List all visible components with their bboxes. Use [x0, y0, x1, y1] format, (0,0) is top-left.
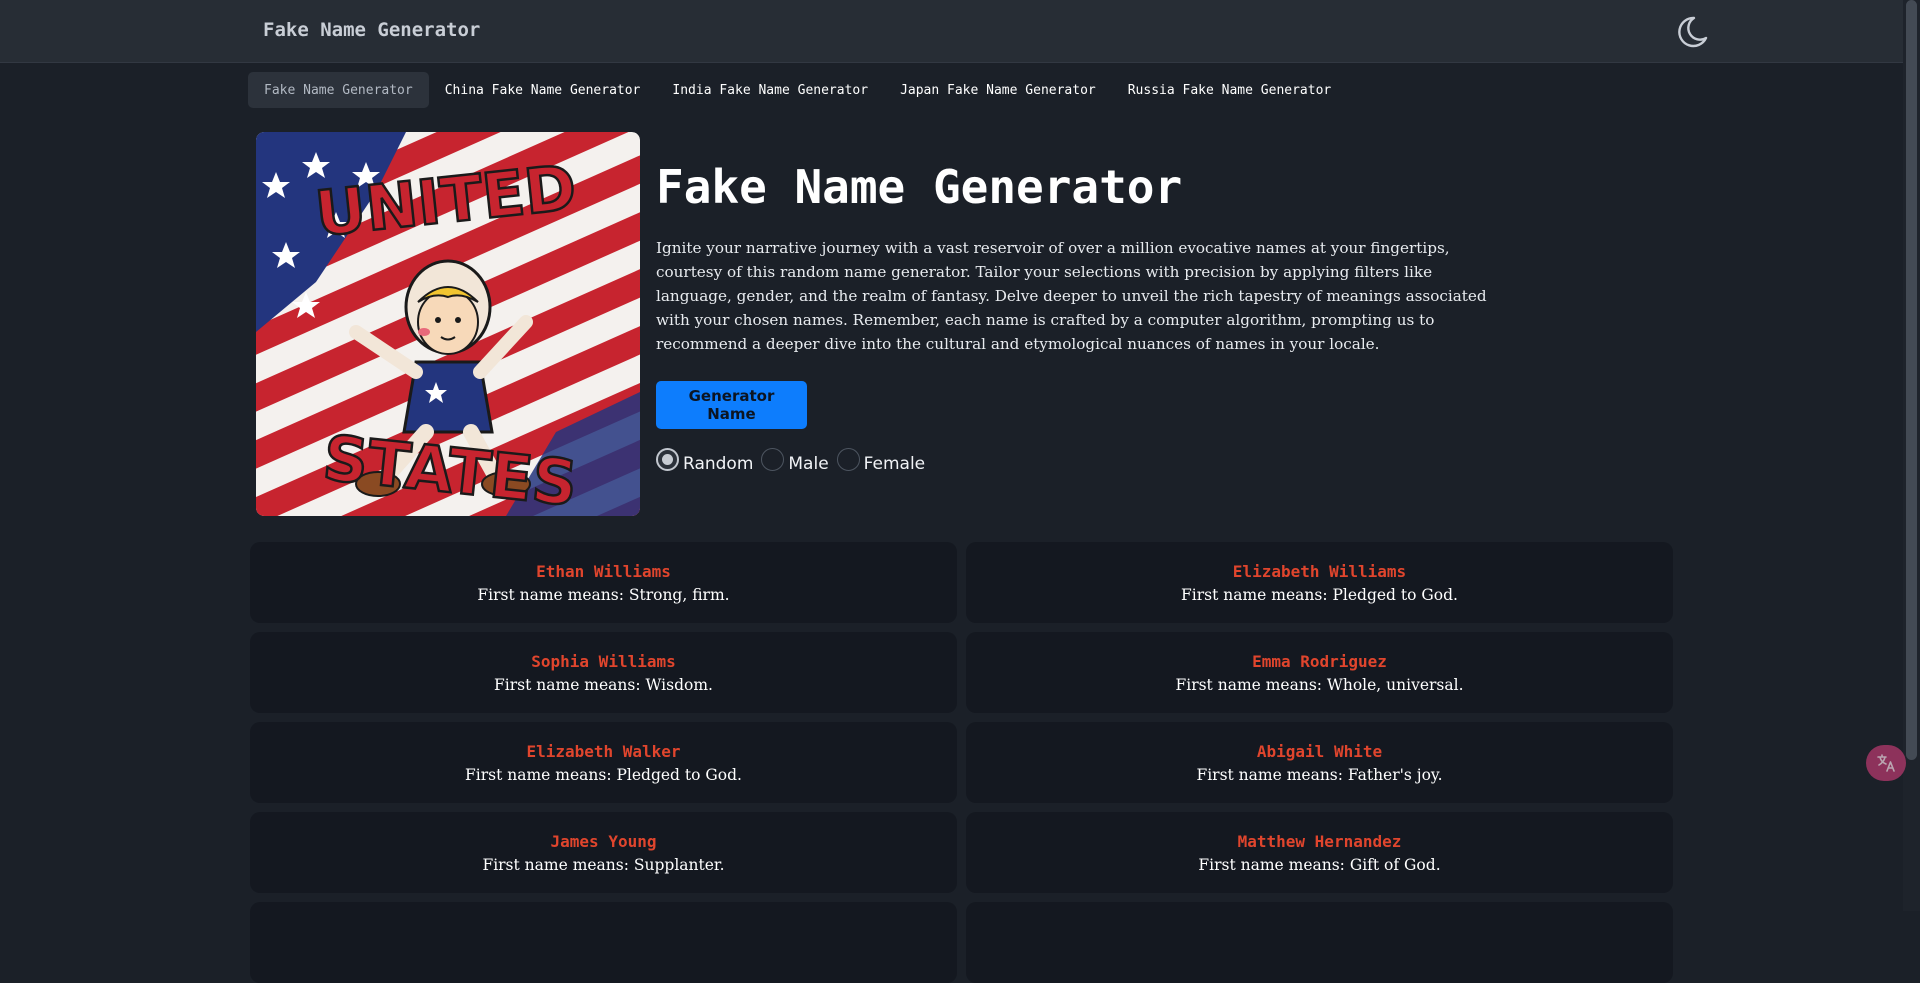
tab-fake-name-generator[interactable]: Fake Name Generator — [248, 72, 429, 108]
translate-icon[interactable] — [1866, 745, 1906, 781]
generate-name-button[interactable]: Generator Name — [656, 381, 807, 429]
united-states-illustration: UNITED STATES — [256, 132, 640, 516]
top-navbar: Fake Name Generator — [0, 0, 1903, 63]
name-card-name: Ethan Williams — [536, 561, 671, 581]
name-card-meaning: First name means: Gift of God. — [1198, 855, 1441, 874]
name-results-grid: Ethan Williams First name means: Strong,… — [250, 542, 1674, 983]
name-card-partial[interactable] — [250, 902, 957, 983]
gender-radio-group: Random Male Female — [656, 448, 933, 475]
name-card[interactable]: Ethan Williams First name means: Strong,… — [250, 542, 957, 623]
page-scrollbar-thumb[interactable] — [1906, 0, 1917, 760]
moon-icon[interactable] — [1672, 12, 1712, 52]
name-card[interactable]: Elizabeth Williams First name means: Ple… — [966, 542, 1673, 623]
gender-option-female[interactable]: Female — [836, 448, 931, 475]
generator-tabs: Fake Name Generator China Fake Name Gene… — [248, 72, 1347, 108]
name-card[interactable]: Matthew Hernandez First name means: Gift… — [966, 812, 1673, 893]
name-card[interactable]: Emma Rodriguez First name means: Whole, … — [966, 632, 1673, 713]
tab-japan-fake-name-generator[interactable]: Japan Fake Name Generator — [884, 72, 1112, 108]
name-card-name: Elizabeth Williams — [1232, 561, 1407, 581]
page-description: Ignite your narrative journey with a vas… — [656, 239, 1487, 353]
name-card-name: Emma Rodriguez — [1252, 651, 1387, 671]
radio-random[interactable] — [656, 448, 679, 471]
name-card-meaning: First name means: Father's joy. — [1196, 765, 1443, 784]
tab-china-fake-name-generator[interactable]: China Fake Name Generator — [429, 72, 657, 108]
name-card[interactable]: Abigail White First name means: Father's… — [966, 722, 1673, 803]
name-card-meaning: First name means: Whole, universal. — [1175, 675, 1464, 694]
name-card-meaning: First name means: Strong, firm. — [477, 585, 730, 604]
name-card-name: Abigail White — [1256, 741, 1383, 761]
name-card-name: Sophia Williams — [531, 651, 676, 671]
page-title: Fake Name Generator — [656, 160, 1183, 214]
radio-male[interactable] — [761, 448, 785, 471]
name-card-name: Elizabeth Walker — [526, 741, 681, 761]
gender-option-male[interactable]: Male — [761, 448, 834, 475]
name-card-meaning: First name means: Pledged to God. — [465, 765, 742, 784]
name-card-partial[interactable] — [966, 902, 1673, 983]
brand-title[interactable]: Fake Name Generator — [263, 19, 480, 41]
name-card-meaning: First name means: Supplanter. — [482, 855, 725, 874]
name-card-meaning: First name means: Wisdom. — [494, 675, 713, 694]
tab-russia-fake-name-generator[interactable]: Russia Fake Name Generator — [1112, 72, 1348, 108]
name-card[interactable]: Sophia Williams First name means: Wisdom… — [250, 632, 957, 713]
radio-female-label: Female — [863, 453, 926, 474]
radio-male-label: Male — [788, 453, 829, 474]
name-card-name: Matthew Hernandez — [1237, 831, 1402, 851]
name-card[interactable]: Elizabeth Walker First name means: Pledg… — [250, 722, 957, 803]
radio-random-label: Random — [683, 453, 754, 474]
radio-female[interactable] — [836, 448, 860, 471]
gender-option-random[interactable]: Random — [656, 448, 759, 475]
name-card-name: James Young — [550, 831, 657, 851]
name-card[interactable]: James Young First name means: Supplanter… — [250, 812, 957, 893]
tab-india-fake-name-generator[interactable]: India Fake Name Generator — [656, 72, 884, 108]
name-card-meaning: First name means: Pledged to God. — [1181, 585, 1458, 604]
